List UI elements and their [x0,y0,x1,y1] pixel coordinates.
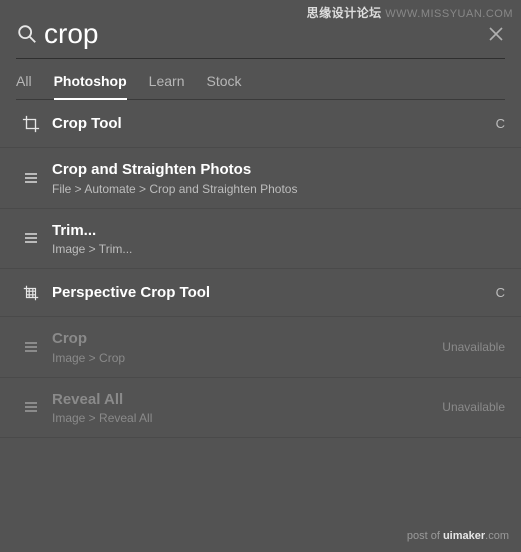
result-crop-straighten[interactable]: Crop and Straighten Photos File > Automa… [0,148,521,209]
result-trim[interactable]: Trim... Image > Trim... [0,209,521,270]
result-title: Perspective Crop Tool [52,283,486,303]
menu-icon [16,399,46,415]
watermark-top: 思缘设计论坛 WWW.MISSYUAN.COM [307,4,513,21]
watermark-bottom: post of uimaker.com [407,530,509,542]
perspective-crop-icon [16,284,46,302]
search-input[interactable] [44,18,487,50]
result-status: Unavailable [432,400,505,414]
result-status: Unavailable [432,340,505,354]
result-title: Crop [52,329,432,349]
tab-all[interactable]: All [16,73,32,99]
result-subtitle: File > Automate > Crop and Straighten Ph… [52,182,505,196]
menu-icon [16,170,46,186]
result-title: Reveal All [52,390,432,410]
result-reveal-all: Reveal All Image > Reveal All Unavailabl… [0,378,521,439]
result-shortcut: C [486,285,505,300]
result-title: Crop Tool [52,114,486,134]
result-shortcut: C [486,116,505,131]
crop-icon [16,115,46,133]
result-perspective-crop[interactable]: Perspective Crop Tool C [0,269,521,317]
result-title: Crop and Straighten Photos [52,160,505,180]
close-icon[interactable] [487,25,505,43]
menu-icon [16,230,46,246]
result-subtitle: Image > Reveal All [52,411,432,425]
tab-stock[interactable]: Stock [206,73,241,99]
result-subtitle: Image > Trim... [52,242,505,256]
tab-photoshop[interactable]: Photoshop [54,73,127,99]
results-list: Crop Tool C Crop and Straighten Photos F… [0,100,521,438]
result-crop-menuitem: Crop Image > Crop Unavailable [0,317,521,378]
tab-bar: All Photoshop Learn Stock [0,59,521,99]
result-title: Trim... [52,221,505,241]
result-crop-tool[interactable]: Crop Tool C [0,100,521,148]
search-icon [16,23,38,45]
menu-icon [16,339,46,355]
tab-learn[interactable]: Learn [149,73,185,99]
result-subtitle: Image > Crop [52,351,432,365]
